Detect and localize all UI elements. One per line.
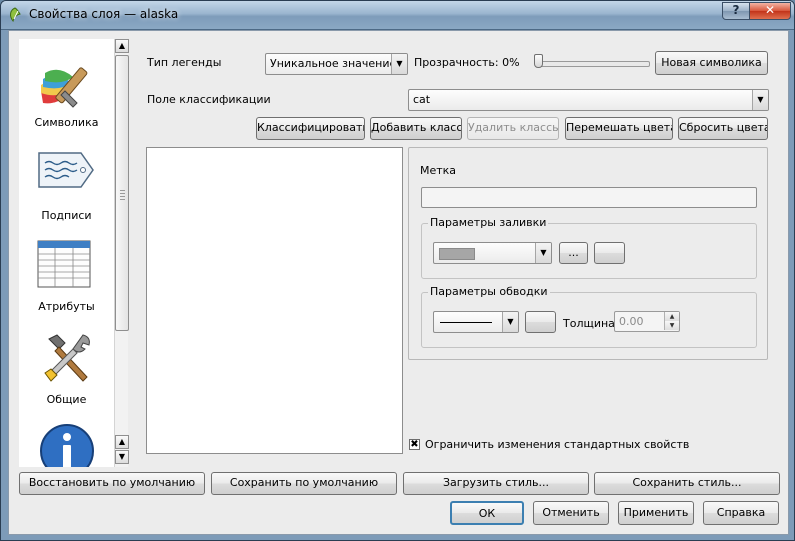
class-properties-panel: Метка Параметры заливки ▼ ... Параметры … bbox=[408, 147, 768, 360]
save-default-button[interactable]: Сохранить по умолчанию bbox=[211, 472, 397, 495]
sidebar-item-labels[interactable]: Подписи bbox=[19, 137, 114, 229]
classification-field-label: Поле классификации bbox=[147, 93, 271, 106]
scroll-thumb[interactable] bbox=[115, 55, 129, 331]
title-help-button[interactable]: ? bbox=[722, 2, 750, 20]
classes-list[interactable] bbox=[146, 147, 403, 454]
sidebar-item-label: Подписи bbox=[41, 209, 92, 222]
fill-style-combo[interactable]: ▼ bbox=[433, 242, 552, 264]
save-style-button[interactable]: Сохранить стиль... bbox=[594, 472, 780, 495]
label-tag-icon bbox=[38, 152, 94, 188]
outline-parameters-group: Параметры обводки ▼ Толщина 0.00 ▲ ▼ bbox=[421, 285, 757, 348]
fill-more-button[interactable]: ... bbox=[559, 242, 588, 264]
delete-classes-button[interactable]: Удалить классы bbox=[467, 117, 559, 140]
transparency-label: Прозрачность: 0% bbox=[414, 56, 520, 69]
chevron-down-icon: ▼ bbox=[502, 312, 518, 332]
outline-group-title: Параметры обводки bbox=[428, 285, 550, 298]
classify-button[interactable]: Классифицировать bbox=[256, 117, 365, 140]
label-title: Метка bbox=[420, 164, 457, 177]
sidebar-item-label: Общие bbox=[46, 393, 87, 406]
scroll-up-button[interactable]: ▲ bbox=[115, 39, 129, 53]
cancel-button[interactable]: Отменить bbox=[533, 501, 609, 525]
legend-type-label: Тип легенды bbox=[147, 56, 222, 69]
layer-properties-window: Свойства слоя — alaska ? ✕ Символика Под… bbox=[0, 0, 795, 541]
restore-default-button[interactable]: Восстановить по умолчанию bbox=[19, 472, 205, 495]
spin-up-icon[interactable]: ▲ bbox=[664, 312, 679, 321]
new-symbology-button[interactable]: Новая символика bbox=[655, 51, 768, 75]
spin-down-icon[interactable]: ▼ bbox=[664, 321, 679, 330]
classification-field-value: cat bbox=[413, 93, 431, 106]
scroll-down-button[interactable]: ▼ bbox=[115, 450, 129, 464]
help-button[interactable]: Справка bbox=[703, 501, 779, 525]
scroll-up-button-lower[interactable]: ▲ bbox=[115, 435, 129, 449]
sidebar-item-general[interactable]: Общие bbox=[19, 321, 114, 413]
sidebar-scrollbar[interactable]: ▲ ▲ ▼ bbox=[114, 39, 129, 467]
title-bar[interactable]: Свойства слоя — alaska ? ✕ bbox=[1, 1, 794, 30]
ok-button[interactable]: ОК bbox=[450, 501, 524, 525]
restrict-checkbox[interactable]: ✖ bbox=[409, 439, 420, 450]
brush-icon bbox=[41, 67, 88, 108]
transparency-slider-handle[interactable] bbox=[534, 54, 543, 68]
legend-type-combo[interactable]: Уникальное значение ▼ bbox=[265, 53, 408, 75]
sidebar-item-label: Символика bbox=[34, 116, 99, 129]
fill-parameters-group: Параметры заливки ▼ ... bbox=[421, 216, 757, 279]
outline-color-button[interactable] bbox=[525, 311, 556, 333]
chevron-down-icon: ▼ bbox=[391, 54, 407, 74]
attribute-table-icon bbox=[37, 240, 91, 288]
legend-type-value: Уникальное значение bbox=[270, 57, 397, 70]
fill-group-title: Параметры заливки bbox=[428, 216, 549, 229]
sidebar-item-label: Атрибуты bbox=[38, 300, 95, 313]
window-title: Свойства слоя — alaska bbox=[29, 7, 179, 21]
info-icon bbox=[40, 424, 94, 467]
transparency-slider-track[interactable] bbox=[536, 61, 650, 67]
reset-colors-button[interactable]: Сбросить цвета bbox=[678, 117, 768, 140]
sidebar-item-metadata[interactable] bbox=[19, 413, 114, 467]
fill-color-button[interactable] bbox=[594, 242, 625, 264]
tools-icon bbox=[44, 334, 90, 382]
restrict-label: Ограничить изменения стандартных свойств bbox=[425, 438, 690, 451]
outline-style-combo[interactable]: ▼ bbox=[433, 311, 519, 333]
title-close-button[interactable]: ✕ bbox=[749, 2, 791, 20]
sidebar-item-attributes[interactable]: Атрибуты bbox=[19, 229, 114, 321]
fill-color-swatch bbox=[439, 248, 475, 260]
sidebar: Символика Подписи Атрибуты Общие bbox=[19, 39, 114, 467]
chevron-down-icon: ▼ bbox=[535, 243, 551, 263]
shuffle-colors-button[interactable]: Перемешать цвета bbox=[565, 117, 673, 140]
width-label: Толщина bbox=[563, 317, 615, 330]
chevron-down-icon: ▼ bbox=[752, 90, 768, 110]
dialog-body: Символика Подписи Атрибуты Общие ▲ ▲ ▼ Т… bbox=[8, 30, 789, 535]
width-spinbox[interactable]: 0.00 ▲ ▼ bbox=[614, 311, 680, 332]
classification-field-combo[interactable]: cat ▼ bbox=[408, 89, 769, 111]
width-value: 0.00 bbox=[619, 315, 644, 328]
apply-button[interactable]: Применить bbox=[618, 501, 694, 525]
sidebar-item-symbology[interactable]: Символика bbox=[19, 39, 114, 137]
label-input[interactable] bbox=[421, 187, 757, 208]
load-style-button[interactable]: Загрузить стиль... bbox=[403, 472, 589, 495]
add-class-button[interactable]: Добавить класс bbox=[370, 117, 462, 140]
qgis-app-icon bbox=[10, 7, 21, 23]
line-style-preview bbox=[440, 322, 492, 323]
